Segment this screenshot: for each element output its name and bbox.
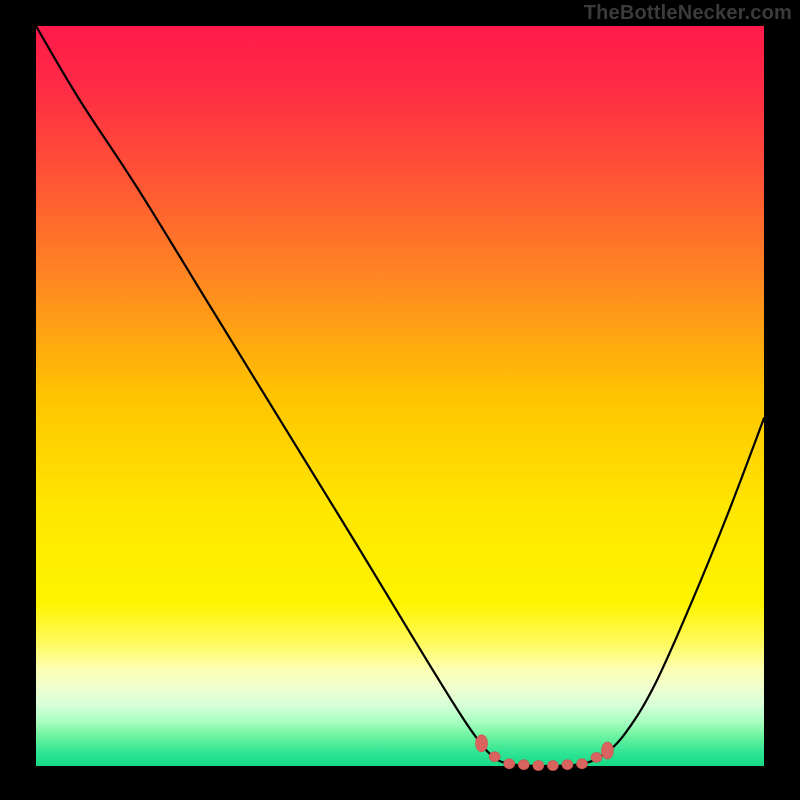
optimal-marker: [562, 760, 573, 770]
optimal-marker: [476, 735, 488, 752]
optimal-marker: [547, 761, 558, 771]
optimal-marker: [489, 752, 500, 762]
optimal-marker: [591, 752, 602, 762]
optimal-marker: [533, 761, 544, 771]
optimal-marker: [518, 760, 529, 770]
chart-frame: { "watermark": "TheBottleNecker.com", "c…: [0, 0, 800, 800]
bottleneck-chart: [0, 0, 800, 800]
plot-background: [36, 26, 764, 766]
optimal-marker: [601, 742, 613, 759]
optimal-marker: [504, 759, 515, 769]
optimal-marker: [577, 759, 588, 769]
